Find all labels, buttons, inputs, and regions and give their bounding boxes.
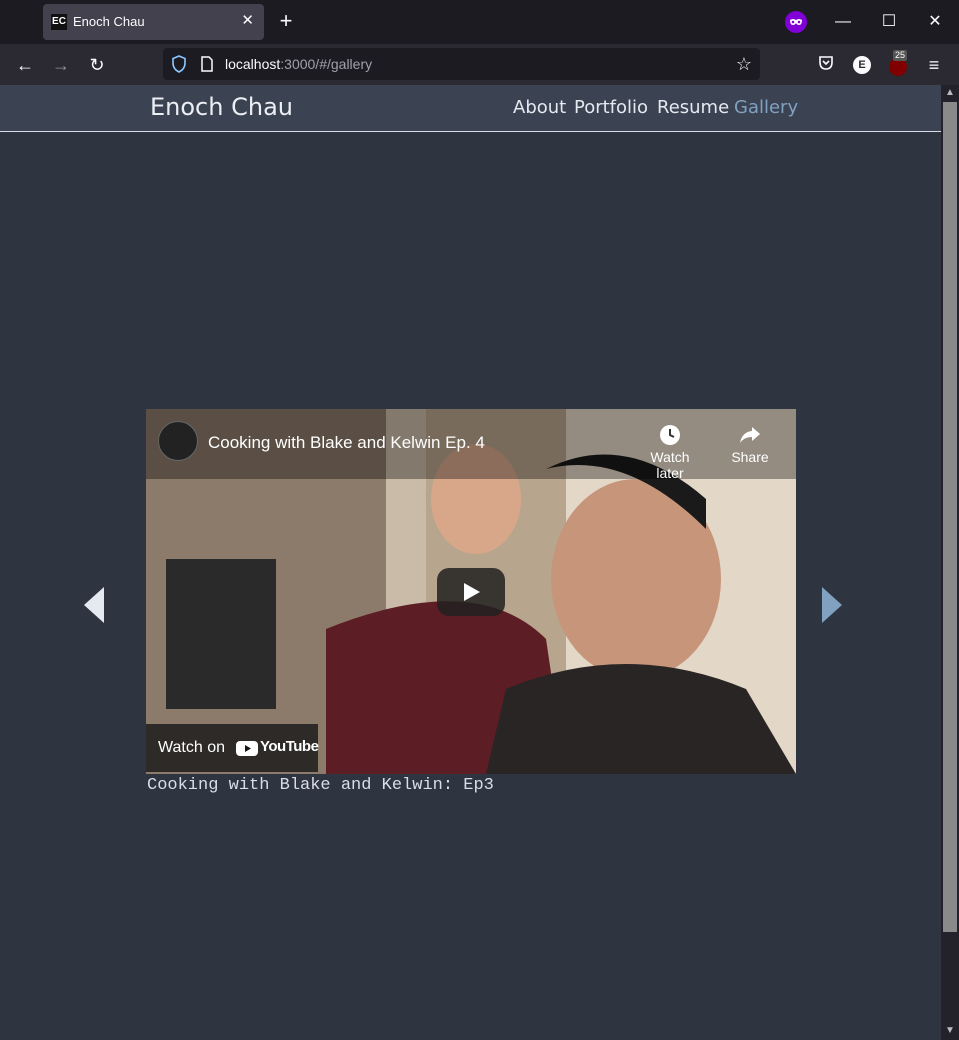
tab-favicon-icon: EC (51, 14, 67, 30)
next-arrow-icon[interactable] (818, 585, 844, 625)
extension-badge: 25 (893, 50, 908, 61)
reload-icon[interactable]: ↻ (86, 54, 108, 76)
video-caption: Cooking with Blake and Kelwin: Ep3 (147, 776, 494, 795)
page-info-icon[interactable] (200, 56, 214, 77)
bookmark-star-icon[interactable]: ☆ (736, 54, 752, 75)
private-browsing-icon (785, 11, 807, 33)
share-label: Share (731, 449, 769, 465)
watch-on-youtube-button[interactable]: Watch on YouTube (146, 724, 319, 772)
menu-icon[interactable]: ≡ (923, 54, 945, 76)
browser-tab[interactable]: EC Enoch Chau ✕ (43, 4, 264, 40)
nav-link-resume[interactable]: Resume (657, 97, 729, 118)
share-button[interactable]: Share (715, 423, 785, 465)
forward-icon[interactable]: → (50, 54, 72, 76)
tab-close-icon[interactable]: ✕ (241, 12, 254, 30)
clock-icon (660, 425, 680, 445)
browser-titlebar: EC Enoch Chau ✕ + — ☐ ✕ (0, 0, 959, 44)
page-scrollbar[interactable]: ▲ ▼ (941, 85, 959, 1040)
site-name[interactable]: Enoch Chau (150, 93, 293, 121)
previous-arrow-icon[interactable] (82, 585, 108, 625)
video-embed[interactable]: Cooking with Blake and Kelwin Ep. 4 Watc… (146, 409, 796, 774)
watch-on-label: Watch on (158, 739, 225, 756)
scroll-up-icon[interactable]: ▲ (944, 87, 956, 98)
url-text: localhost:3000/#/gallery (225, 56, 373, 72)
pocket-icon[interactable] (815, 54, 837, 76)
shield-icon[interactable] (171, 55, 187, 78)
browser-toolbar: ← → ↻ localhost:3000/#/gallery ☆ E 25 ≡ (0, 44, 959, 85)
scroll-down-icon[interactable]: ▼ (944, 1025, 956, 1036)
scrollbar-thumb[interactable] (943, 102, 957, 932)
extension-e-icon[interactable]: E (853, 56, 871, 74)
new-tab-icon[interactable]: + (276, 10, 296, 34)
play-icon (464, 583, 480, 601)
minimize-icon[interactable]: — (833, 12, 853, 32)
watch-later-label: Watch later (650, 449, 690, 481)
nav-link-about[interactable]: About (513, 97, 566, 118)
play-button[interactable] (437, 568, 505, 616)
share-icon (740, 427, 760, 443)
tab-title: Enoch Chau (73, 14, 145, 29)
close-window-icon[interactable]: ✕ (925, 12, 945, 32)
site-header: Enoch Chau About Portfolio Resume Galler… (0, 85, 941, 132)
page-content: Enoch Chau About Portfolio Resume Galler… (0, 85, 941, 1040)
youtube-logo: YouTube (236, 738, 319, 758)
watch-later-button[interactable]: Watch later (635, 423, 705, 481)
nav-link-gallery[interactable]: Gallery (734, 97, 798, 118)
url-bar[interactable]: localhost:3000/#/gallery ☆ (163, 48, 760, 80)
back-icon[interactable]: ← (14, 54, 36, 76)
video-title[interactable]: Cooking with Blake and Kelwin Ep. 4 (208, 433, 485, 453)
channel-avatar[interactable] (158, 421, 198, 461)
youtube-wordmark: YouTube (260, 738, 319, 755)
maximize-icon[interactable]: ☐ (879, 12, 899, 32)
nav-link-portfolio[interactable]: Portfolio (574, 97, 648, 118)
